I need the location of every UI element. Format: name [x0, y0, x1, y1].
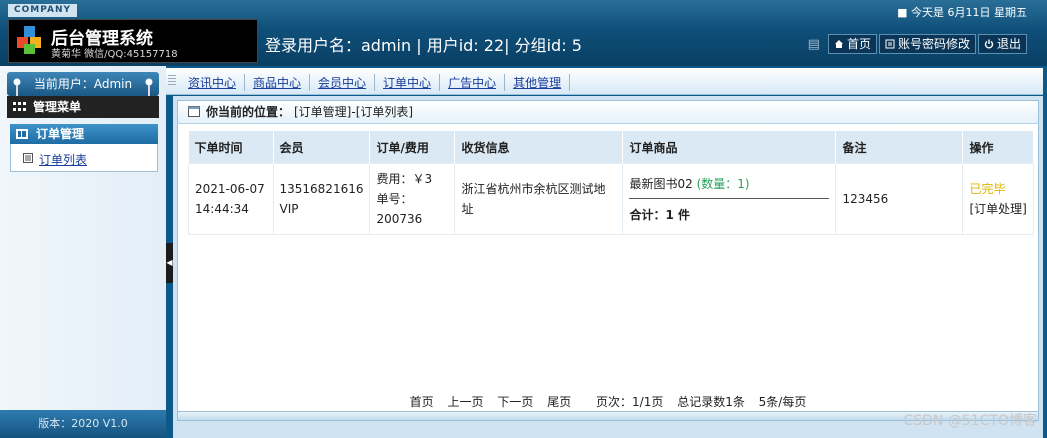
date-text: ■ 今天是 6月11日 星期五 — [897, 6, 1027, 19]
pager-total: 总记录数1条 — [677, 395, 745, 409]
pager-page-info: 页次：1/1页 — [596, 395, 664, 409]
breadcrumb-label: 你当前的位置： — [206, 105, 291, 119]
order-no-label: 单号： — [376, 192, 413, 206]
col-shipping: 收货信息 — [454, 131, 624, 164]
current-user-label: 当前用户：Admin — [33, 77, 133, 91]
breadcrumb: 你当前的位置： [订单管理]-[订单列表] — [178, 101, 1038, 124]
login-info: 登录用户名：admin | 用户id: 22| 分组id: 5 — [265, 36, 582, 55]
pager-first[interactable]: 首页 — [410, 395, 434, 409]
divider — [629, 197, 830, 199]
order-time: 14:44:34 — [195, 202, 249, 216]
logo-area: 后台管理系统 黄菊华 微信/QQ:45157718 — [8, 19, 258, 63]
logout-label: 退出 — [996, 37, 1021, 51]
process-order-link[interactable]: [订单处理] — [969, 199, 1027, 219]
change-password-label: 账号密码修改 — [897, 37, 970, 51]
member-phone: 13516821616 — [279, 182, 364, 196]
account-icon — [885, 39, 895, 49]
power-icon — [984, 39, 994, 49]
main-content: 你当前的位置： [订单管理]-[订单列表] 下单时间 会员 订单/费用 收货信息… — [173, 96, 1043, 438]
home-icon — [834, 40, 843, 48]
list-icon — [23, 153, 33, 163]
goods-name: 最新图书02 — [629, 176, 693, 191]
sidebar: 当前用户：Admin 管理菜单 订单管理 订单列表 版本：2020 V1.0 — [0, 66, 166, 438]
home-button[interactable]: 首页 — [827, 34, 877, 54]
nav-grip-icon — [168, 75, 176, 87]
orders-table: 下单时间 会员 订单/费用 收货信息 订单商品 备注 操作 2021-06-07… — [188, 131, 1034, 235]
app-subtitle: 黄菊华 微信/QQ:45157718 — [51, 49, 178, 60]
pager-per-page: 5条/每页 — [758, 395, 807, 409]
shipping-address: 浙江省杭州市余杭区测试地址 — [461, 182, 606, 216]
order-fee: 费用：￥3 — [376, 172, 433, 186]
menu-title: 管理菜单 — [33, 100, 82, 114]
pager-next[interactable]: 下一页 — [497, 395, 533, 409]
change-password-button[interactable]: 账号密码修改 — [878, 34, 976, 54]
shipping-cell: 浙江省杭州市余杭区测试地址 — [454, 163, 624, 235]
actions-cell: 已完毕 [订单处理] — [962, 163, 1034, 235]
pager-last[interactable]: 尾页 — [547, 395, 571, 409]
nav-link-news[interactable]: 资讯中心 — [180, 74, 246, 91]
company-tag: COMPANY — [8, 4, 77, 17]
breadcrumb-path: [订单管理]-[订单列表] — [294, 105, 414, 119]
goods-cell: 最新图书02 (数量：1) 合计：1 件 — [622, 163, 837, 235]
logout-button[interactable]: 退出 — [977, 34, 1027, 54]
window-icon — [188, 106, 200, 117]
pagination: 首页 上一页 下一页 尾页 页次：1/1页 总记录数1条 5条/每页 — [178, 393, 1038, 410]
nav-link-other[interactable]: 其他管理 — [505, 74, 571, 91]
content-panel: 你当前的位置： [订单管理]-[订单列表] 下单时间 会员 订单/费用 收货信息… — [177, 100, 1039, 412]
order-note: 123456 — [842, 192, 889, 206]
nav-link-ads[interactable]: 广告中心 — [440, 74, 506, 91]
goods-qty: (数量：1) — [696, 176, 750, 191]
logo-icon — [17, 26, 41, 54]
col-note: 备注 — [835, 131, 964, 164]
table-row: 2021-06-07 14:44:34 13516821616 VIP 费用：￥… — [188, 163, 1034, 235]
table-header-row: 下单时间 会员 订单/费用 收货信息 订单商品 备注 操作 — [188, 131, 1034, 164]
goods-total: 合计：1 件 — [629, 207, 691, 222]
menu-group-label: 订单管理 — [36, 127, 85, 141]
nav-link-orders[interactable]: 订单中心 — [375, 74, 441, 91]
order-no: 200736 — [376, 212, 423, 226]
pager-prev[interactable]: 上一页 — [448, 395, 484, 409]
watermark: CSDN @51CTO博客 — [903, 413, 1037, 429]
order-date: 2021-06-07 — [195, 182, 265, 196]
col-goods: 订单商品 — [622, 131, 837, 164]
nav-link-products[interactable]: 商品中心 — [245, 74, 311, 91]
nav-link-members[interactable]: 会员中心 — [310, 74, 376, 91]
version-label: 版本：2020 V1.0 — [0, 410, 166, 438]
top-header: COMPANY 后台管理系统 黄菊华 微信/QQ:45157718 ■ 今天是 … — [0, 0, 1047, 66]
note-cell: 123456 — [835, 163, 964, 235]
member-level: VIP — [279, 202, 299, 216]
col-member: 会员 — [273, 131, 371, 164]
order-time-cell: 2021-06-07 14:44:34 — [188, 163, 274, 235]
sidebar-item-order-list[interactable]: 订单列表 — [10, 144, 158, 172]
order-fee-cell: 费用：￥3 单号： 200736 — [369, 163, 456, 235]
current-user-bar: 当前用户：Admin — [7, 72, 159, 97]
sidebar-item-label[interactable]: 订单列表 — [39, 151, 87, 168]
grid-icon — [13, 102, 26, 111]
folder-icon — [16, 129, 28, 139]
home-button-label: 首页 — [846, 37, 871, 51]
pin-icon — [145, 78, 153, 97]
menu-header: 管理菜单 — [7, 96, 159, 118]
collapse-sidebar-toggle[interactable]: ◀ — [166, 243, 173, 283]
col-actions: 操作 — [962, 131, 1034, 164]
chevron-left-icon: ◀ — [166, 258, 173, 267]
grip-icon: ▤ — [807, 36, 820, 52]
member-cell: 13516821616 VIP — [272, 163, 371, 235]
col-order-time: 下单时间 — [188, 131, 274, 164]
status-badge: 已完毕 — [969, 182, 1006, 196]
pin-icon — [13, 78, 21, 97]
menu-group-orders[interactable]: 订单管理 — [10, 124, 158, 144]
header-buttons: ▤ 首页 账号密码修改 退出 — [808, 34, 1027, 54]
col-order-fee: 订单/费用 — [369, 131, 456, 164]
top-nav: 资讯中心 商品中心 会员中心 订单中心 广告中心 其他管理 — [166, 68, 1043, 95]
